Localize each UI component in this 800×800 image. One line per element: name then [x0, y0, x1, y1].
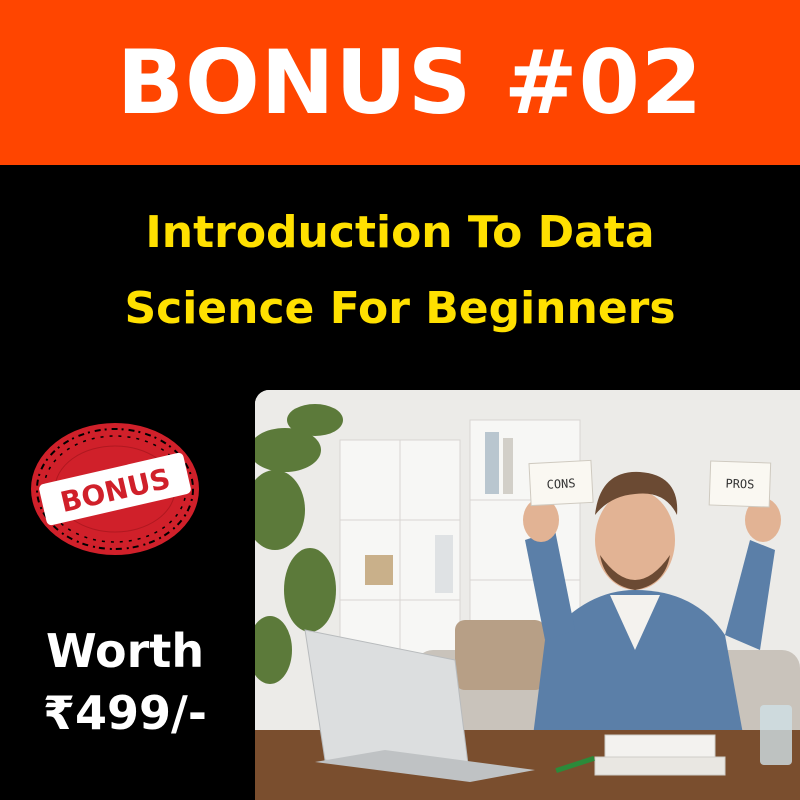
- cons-card-label: CONS: [546, 476, 576, 491]
- bonus-stamp: BONUS: [28, 420, 203, 558]
- headline-line-1: Introduction To Data: [145, 207, 655, 258]
- pros-card: PROS: [708, 460, 772, 508]
- cons-card: CONS: [528, 459, 594, 507]
- header-banner: BONUS #02: [0, 0, 800, 165]
- banner-title: BONUS #02: [116, 31, 704, 134]
- price-value: ₹499/-: [43, 686, 207, 740]
- headline-line-2: Science For Beginners: [124, 283, 676, 334]
- headline: Introduction To Data Science For Beginne…: [0, 195, 800, 347]
- stamp-graphic: BONUS: [31, 423, 199, 555]
- pros-card-label: PROS: [725, 476, 754, 491]
- price-block: Worth ₹499/-: [20, 620, 230, 744]
- price-label: Worth: [45, 624, 205, 678]
- photo-illustration: CONS PROS: [255, 390, 800, 800]
- hero-photo: CONS PROS: [255, 390, 800, 800]
